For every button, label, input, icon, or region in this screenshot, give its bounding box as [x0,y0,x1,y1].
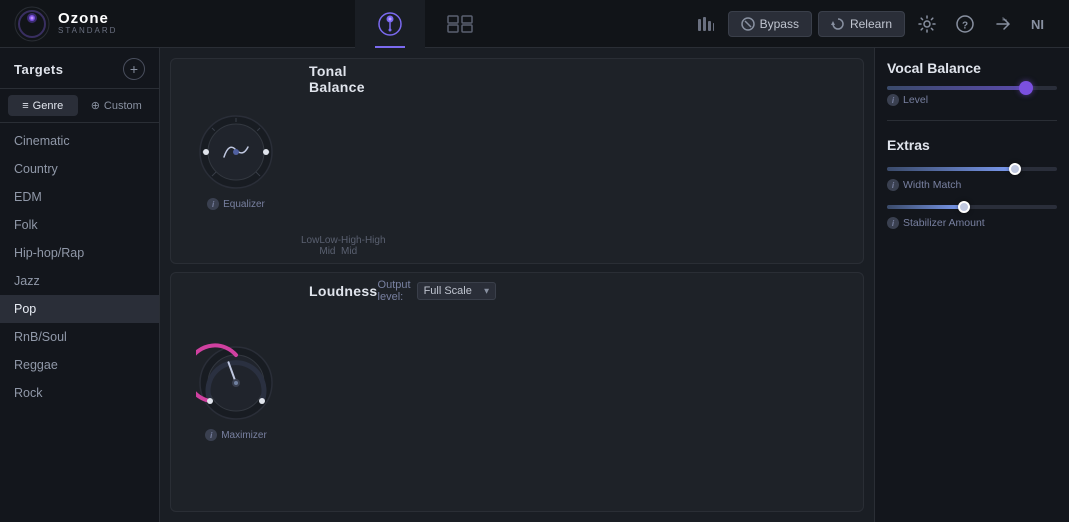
equalizer-label: i Equalizer [207,198,265,210]
tonal-balance-title: Tonal Balance [309,63,365,95]
ni-logo-icon: NI [1029,15,1053,33]
plugin-nav-icon [376,10,404,38]
top-center-nav [160,0,690,48]
help-button[interactable]: ? [949,8,981,40]
extras-title: Extras [887,137,1057,153]
meter-icon-btn[interactable] [690,8,722,40]
svg-text:NI: NI [1031,17,1044,32]
sidebar-header: Targets + [0,48,159,89]
maximizer-info-icon[interactable]: i [205,429,217,441]
tonal-left-controls: i Equalizer [171,59,301,263]
top-bar: Ozone STANDARD [0,0,1069,48]
maximizer-gauge[interactable] [196,343,276,423]
label-high-mid: High-Mid [341,235,365,257]
maximizer-label: i Maximizer [205,429,267,441]
tonal-balance-panel: i Equalizer Tonal Balance [170,58,864,264]
sidebar-item-edm[interactable]: EDM [0,183,159,211]
logo-name: Ozone [58,11,117,28]
sidebar-item-hiphop[interactable]: Hip-hop/Rap [0,239,159,267]
help-icon: ? [956,15,974,33]
genre-tab-label: Genre [33,100,64,112]
nav-tab-plugin[interactable] [355,0,425,48]
vocal-balance-section: Vocal Balance i Level [887,60,1057,121]
share-button[interactable] [987,8,1019,40]
custom-tab-icon: ⊕ [91,99,100,112]
sidebar-list: Cinematic Country EDM Folk Hip-hop/Rap J… [0,123,159,522]
relearn-button[interactable]: Relearn [818,11,905,37]
ozone-logo-icon [14,6,50,42]
relearn-icon [831,17,845,31]
width-match-control: i Width Match [887,163,1057,191]
logo-text: Ozone STANDARD [58,11,117,36]
gear-icon [918,15,936,33]
label-low-mid: Low-Mid [319,235,341,257]
width-match-slider[interactable] [887,167,1057,171]
grid-nav-icon [446,14,474,34]
bypass-label: Bypass [760,17,799,31]
vocal-balance-title: Vocal Balance [887,60,1057,76]
logo-edition: STANDARD [58,27,117,36]
bypass-icon [741,17,755,31]
sidebar-item-rock[interactable]: Rock [0,379,159,407]
sidebar-item-reggae[interactable]: Reggae [0,351,159,379]
custom-tab-label: Custom [104,100,142,112]
width-match-label: i Width Match [887,179,1057,191]
width-match-info-icon[interactable]: i [887,179,899,191]
output-level-dropdown[interactable]: Full Scale Streaming -14 LUFS -16 LUFS -… [417,282,496,300]
equalizer-knob[interactable] [196,112,276,192]
output-level-select[interactable]: Full Scale Streaming -14 LUFS -16 LUFS -… [417,282,496,300]
output-level-label: Output level: [378,279,411,303]
loudness-chart-container: Loudness Output level: Full Scale Stream… [301,273,305,511]
loudness-title: Loudness [309,283,378,299]
loudness-panel: i Maximizer Loudness Output level: [170,272,864,512]
vocal-level-label: i Level [887,94,1057,106]
output-level-control: Output level: Full Scale Streaming -14 L… [378,279,496,303]
sidebar-item-folk[interactable]: Folk [0,211,159,239]
extras-section: Extras i Width Match i [887,137,1057,239]
meter-icon [697,15,715,33]
nav-tab-grid[interactable] [425,0,495,48]
settings-button[interactable] [911,8,943,40]
genre-tab[interactable]: ≡ Genre [8,95,78,116]
main-layout: Targets + ≡ Genre ⊕ Custom Cinematic Cou… [0,48,1069,522]
sidebar: Targets + ≡ Genre ⊕ Custom Cinematic Cou… [0,48,160,522]
label-low: Low [301,235,319,257]
stabilizer-label: i Stabilizer Amount [887,217,1057,229]
stabilizer-control: i Stabilizer Amount [887,201,1057,229]
custom-tab[interactable]: ⊕ Custom [82,95,152,116]
share-icon [994,15,1012,33]
top-right-controls: Bypass Relearn ? [690,8,1069,40]
stabilizer-slider[interactable] [887,205,1057,209]
sidebar-item-cinematic[interactable]: Cinematic [0,127,159,155]
eq-info-icon[interactable]: i [207,198,219,210]
sidebar-item-rnb[interactable]: RnB/Soul [0,323,159,351]
genre-tab-icon: ≡ [22,100,28,112]
right-panel: Vocal Balance i Level Extras [874,48,1069,522]
sidebar-item-pop[interactable]: Pop [0,295,159,323]
sidebar-item-jazz[interactable]: Jazz [0,267,159,295]
sidebar-item-country[interactable]: Country [0,155,159,183]
relearn-label: Relearn [850,17,892,31]
logo-area: Ozone STANDARD [0,6,160,42]
loudness-left-controls: i Maximizer [171,273,301,511]
sidebar-title: Targets [14,62,64,77]
center-area: i Equalizer Tonal Balance [160,48,874,522]
bypass-button[interactable]: Bypass [728,11,812,37]
vocal-info-icon[interactable]: i [887,94,899,106]
vocal-level-slider[interactable] [887,86,1057,90]
label-high: High [365,235,386,257]
svg-text:?: ? [962,20,968,31]
ni-logo-button[interactable]: NI [1025,8,1057,40]
stabilizer-info-icon[interactable]: i [887,217,899,229]
add-target-button[interactable]: + [123,58,145,80]
sidebar-tabs: ≡ Genre ⊕ Custom [0,89,159,123]
